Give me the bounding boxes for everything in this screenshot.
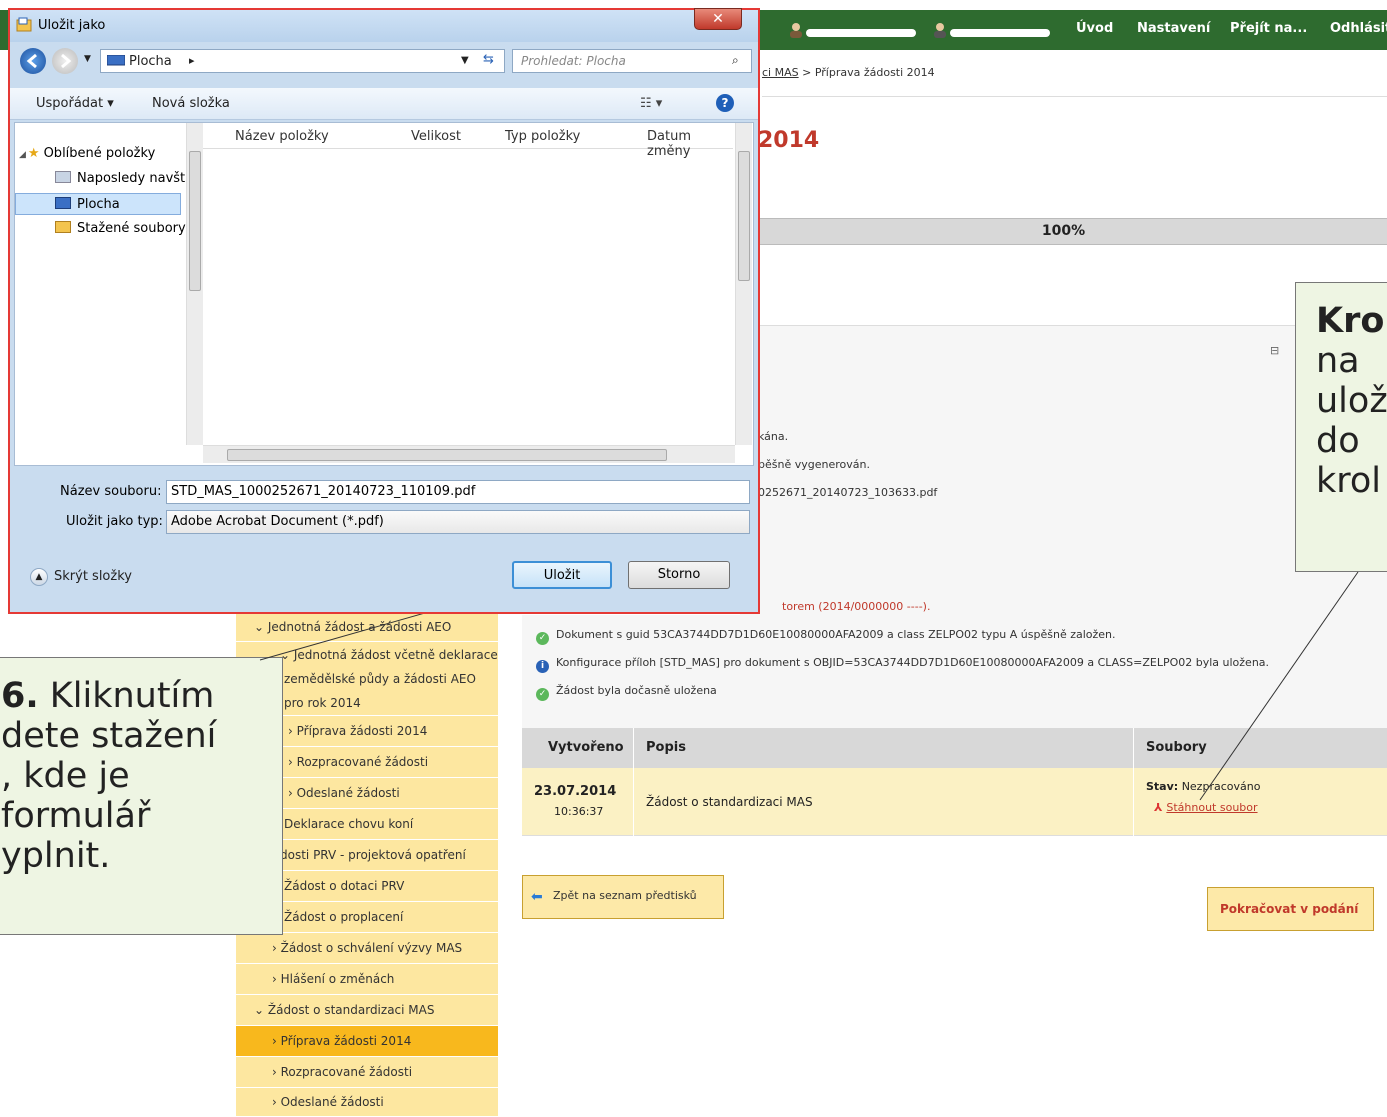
hide-folders-button[interactable]: Skrýt složky (54, 569, 132, 584)
file-type-label: Uložit jako typ: (66, 514, 163, 529)
downloads-folder-icon (55, 221, 71, 233)
scrollbar-thumb[interactable] (189, 151, 201, 291)
cancel-button[interactable]: Storno (628, 561, 730, 589)
horizontal-scrollbar[interactable] (203, 445, 735, 463)
address-dropdown-icon[interactable]: ▼ (461, 55, 469, 66)
dialog-titlebar: Uložit jako ✕ (10, 8, 758, 42)
scrollbar-thumb[interactable] (738, 151, 750, 281)
scrollbar-thumb[interactable] (227, 449, 667, 461)
column-date[interactable]: Datum změny (647, 129, 733, 159)
history-dropdown-icon[interactable]: ▼ (84, 54, 91, 64)
column-headers: Název položky Velikost Typ položky Datum… (203, 123, 733, 159)
dialog-title: Uložit jako (38, 18, 106, 33)
view-options-button[interactable]: ☷ ▾ (640, 96, 662, 111)
navigation-pane: ◢ ★ Oblíbené položky Naposledy navšti Ploc… (15, 123, 189, 463)
column-name[interactable]: Název položky (235, 129, 329, 144)
save-button[interactable]: Uložit (512, 561, 612, 589)
file-list-scrollbar[interactable] (735, 123, 752, 445)
forward-icon[interactable] (52, 48, 78, 74)
tree-item-favorites[interactable]: ◢ ★ Oblíbené položky (19, 143, 155, 165)
dialog-navbar: ▼ Plocha ▸ ▼ ⇆ Prohledat: Plocha ⌕ (10, 44, 758, 84)
filename-input[interactable]: STD_MAS_1000252671_20140723_110109.pdf (166, 480, 750, 504)
dialog-toolbar: Uspořádat ▾ Nová složka ☷ ▾ ? (10, 88, 758, 120)
filename-label: Název souboru: (60, 484, 162, 499)
column-size[interactable]: Velikost (411, 129, 461, 144)
refresh-icon[interactable]: ⇆ (483, 52, 494, 67)
star-icon: ★ (27, 146, 40, 161)
close-button[interactable]: ✕ (694, 8, 742, 30)
address-bar[interactable]: Plocha ▸ ▼ ⇆ (100, 49, 505, 73)
chevron-up-icon[interactable]: ▲ (30, 568, 48, 586)
tree-item-downloads[interactable]: Stažené soubory (55, 218, 186, 240)
tree-item-recent[interactable]: Naposledy navšti (55, 168, 189, 190)
column-type[interactable]: Typ položky (505, 129, 580, 144)
tree-item-desktop[interactable]: Plocha (15, 193, 181, 215)
desktop-icon (55, 197, 71, 209)
back-icon[interactable] (20, 48, 46, 74)
save-fields: Název souboru: STD_MAS_1000252671_201407… (14, 470, 754, 540)
file-browser: ◢ ★ Oblíbené položky Naposledy navšti Ploc… (14, 122, 754, 466)
search-icon[interactable]: ⌕ (732, 53, 739, 68)
help-icon[interactable]: ? (716, 94, 734, 112)
save-as-dialog: Uložit jako ✕ ▼ Plocha ▸ ▼ ⇆ Prohledat: … (8, 8, 760, 614)
recent-places-icon (55, 171, 71, 183)
tree-scrollbar[interactable] (186, 123, 203, 445)
chevron-right-icon[interactable]: ▸ (189, 54, 195, 67)
file-type-select[interactable]: Adobe Acrobat Document (*.pdf) (166, 510, 750, 534)
organize-button[interactable]: Uspořádat ▾ (36, 96, 114, 111)
new-folder-button[interactable]: Nová složka (152, 96, 230, 111)
desktop-icon (106, 54, 126, 70)
address-location: Plocha (129, 54, 172, 69)
save-dialog-icon (16, 17, 32, 36)
search-input[interactable]: Prohledat: Plocha (512, 49, 752, 73)
